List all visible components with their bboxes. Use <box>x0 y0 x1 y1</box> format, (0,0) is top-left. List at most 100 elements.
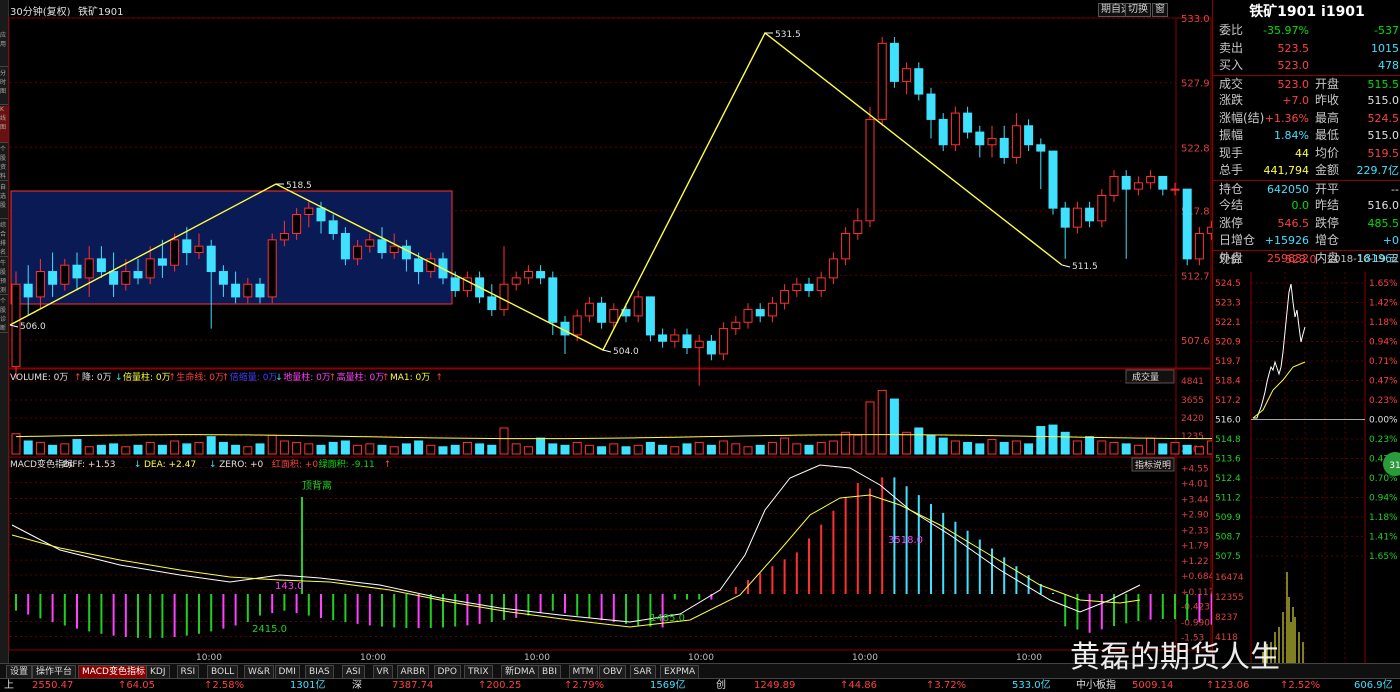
indicator-tab[interactable]: 新DMA <box>501 665 539 679</box>
quote-row-label2: 均价 <box>1315 145 1340 160</box>
candle-body <box>389 245 399 254</box>
intraday-mini-chart[interactable]: 524.5 1.65% 523.3 1.42% 522.1 1.18% 520.9 0.94%… <box>1213 272 1400 663</box>
chart-svg[interactable]: 533.0527.9522.8517.8512.7507.6506.0518.5… <box>0 0 1212 663</box>
volume-tick-label: 4841 <box>1181 377 1204 387</box>
status-item: 1249.89 <box>754 680 796 691</box>
indicator-tab[interactable]: MACD变色指标 <box>78 665 149 679</box>
quote-row-value2: 519.5 <box>1367 146 1400 160</box>
zigzag-label: 511.5 <box>1072 262 1098 272</box>
zigzag-label: 506.0 <box>20 322 46 332</box>
mini-right-tick: 0.71% <box>1369 357 1398 367</box>
macd-header-item: ↑ <box>384 460 392 470</box>
status-item: ↑3.72% <box>926 680 967 691</box>
zigzag-label: 518.5 <box>286 181 312 191</box>
indicator-tab[interactable]: BIAS <box>305 665 334 679</box>
mini-right-tick: 0.23% <box>1369 396 1398 406</box>
price-tick-label: 533.0 <box>1181 14 1210 25</box>
volume-bar <box>206 436 216 455</box>
status-item: 1301亿 <box>290 680 326 691</box>
indicator-tab[interactable]: 操作平台 <box>32 665 77 679</box>
macd-tick-label: +2.90 <box>1181 510 1209 520</box>
volume-bar <box>1182 444 1192 455</box>
volume-bar <box>499 427 509 455</box>
candle-body <box>1194 233 1204 260</box>
candle-body <box>316 207 326 222</box>
quote-row-label2: 最低 <box>1315 128 1340 142</box>
price-label: 现价 <box>1219 253 1241 266</box>
time-axis-label: 10:00 <box>852 653 878 663</box>
zigzag-label: 531.5 <box>775 30 801 40</box>
volume-bar <box>804 444 814 455</box>
quote-row-value2: +0 <box>1382 234 1399 247</box>
indicator-tab[interactable]: OBV <box>599 665 627 679</box>
volume-bar <box>292 441 302 455</box>
mini-left-tick: 512.4 <box>1215 474 1241 484</box>
macd-annotation: 143.0 <box>275 581 304 592</box>
candle-body <box>1048 150 1058 209</box>
volume-bar <box>926 434 936 455</box>
candle-body <box>767 302 777 317</box>
indicator-tab[interactable]: RSI <box>176 665 200 679</box>
candle-body <box>1109 175 1119 196</box>
quote-row: 涨停 546.5 跌停 485.5 <box>1213 215 1400 232</box>
mini-right-tick: 1.18% <box>1369 318 1398 328</box>
indicator-tab[interactable]: MTM <box>568 665 598 679</box>
volume-bar <box>438 446 448 455</box>
volume-bar <box>987 439 997 455</box>
volume-bar <box>1036 426 1046 455</box>
price-tick-label: 507.6 <box>1181 336 1210 347</box>
status-item: 深 <box>352 680 362 691</box>
macd-tick-label: -0.990 <box>1181 618 1210 628</box>
volume-bar <box>1011 440 1021 455</box>
volume-bar <box>767 441 777 455</box>
quote-row-value: 523.5 <box>1277 41 1310 55</box>
macd-tick-label: +1.79 <box>1181 541 1209 551</box>
candle-body <box>23 283 33 298</box>
status-item: ↑44.86 <box>840 680 878 691</box>
volume-bar <box>731 443 741 455</box>
quote-row: 成交 523.0 开盘 515.5 <box>1213 74 1400 93</box>
volume-tick-label: 3655 <box>1181 396 1204 406</box>
mini-right-tick: 1.41% <box>1369 533 1398 543</box>
candle-body <box>194 245 204 254</box>
quote-row-label: 卖出 <box>1219 40 1244 55</box>
macd-tick-label: -0.423 <box>1181 603 1210 613</box>
indicator-tab[interactable]: VR <box>372 665 393 679</box>
price-tick-label: 512.7 <box>1181 271 1210 282</box>
indicator-tab[interactable]: SAR <box>629 665 656 679</box>
indicator-tab[interactable]: KDJ <box>146 665 170 679</box>
indicator-tab[interactable]: ASI <box>342 665 365 679</box>
indicator-tab[interactable]: DMI <box>274 665 300 679</box>
candle-body <box>145 258 155 279</box>
volume-bar <box>35 441 45 455</box>
indicator-tab[interactable]: 设置 <box>6 665 33 679</box>
indicator-tab[interactable]: TRIX <box>464 665 493 679</box>
volume-bar <box>279 440 289 455</box>
mini-left-tick: 514.8 <box>1215 435 1241 445</box>
mini-vol-tick: 12355 <box>1215 593 1244 603</box>
volume-bar <box>841 431 851 455</box>
candle-body <box>218 271 228 285</box>
indicator-tab[interactable]: BBI <box>538 665 562 679</box>
quote-row-value2: 515.0 <box>1367 129 1400 142</box>
indicator-tab[interactable]: DPO <box>433 665 461 679</box>
candle-body <box>1072 207 1082 228</box>
indicator-tab[interactable]: W&R <box>244 665 275 679</box>
macd-tick-label: +2.33 <box>1181 526 1209 536</box>
volume-bar <box>231 444 241 455</box>
candle-body <box>1158 175 1168 190</box>
candle-body <box>853 220 863 235</box>
candle-body <box>706 340 716 355</box>
zigzag-pointer <box>1061 264 1071 268</box>
candle-body <box>133 271 143 279</box>
indicator-tab[interactable]: BOLL <box>207 665 239 679</box>
quote-row-label: 涨跌 <box>1219 93 1244 107</box>
indicator-tab[interactable]: EXPMA <box>660 665 700 679</box>
quote-row: 总手 441,794 金额 229.7亿 <box>1213 162 1400 179</box>
mini-right-tick: 0.23% <box>1369 435 1398 445</box>
volume-bar <box>328 441 338 455</box>
volume-bar <box>1170 441 1180 455</box>
macd-header-item: ↓ <box>209 460 217 470</box>
macd-header-item: 绿面积: -9.11 <box>319 458 375 470</box>
indicator-tab[interactable]: ARBR <box>396 665 430 679</box>
